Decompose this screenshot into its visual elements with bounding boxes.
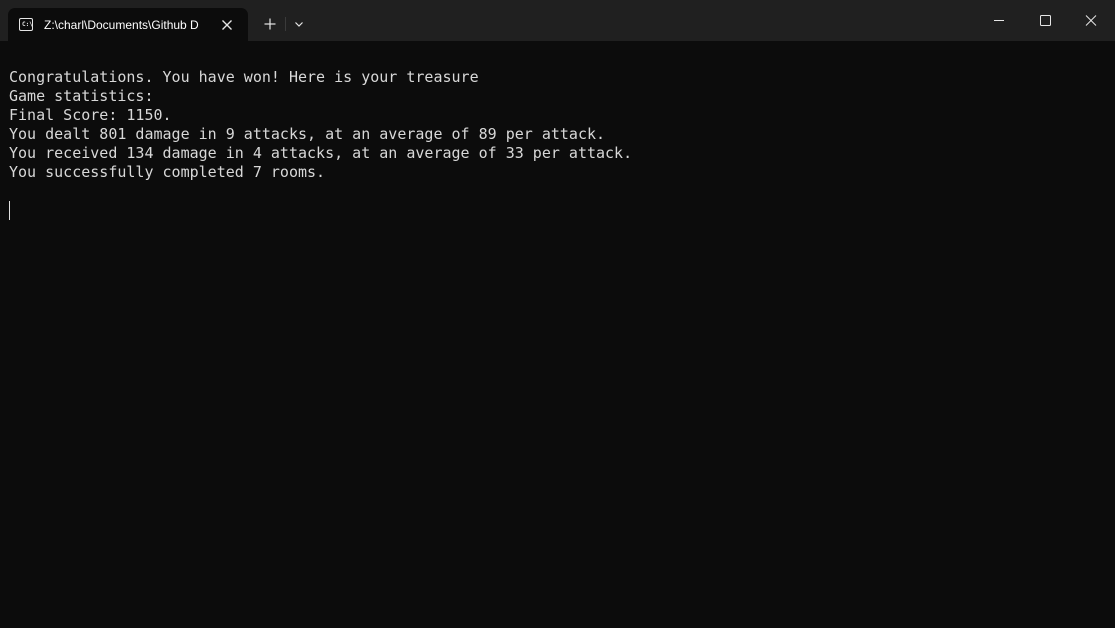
tab-active[interactable]: C:\ Z:\charl\Documents\Github D — [8, 8, 248, 41]
close-window-button[interactable] — [1068, 0, 1114, 41]
close-tab-button[interactable] — [218, 16, 236, 34]
output-line: You received 134 damage in 4 attacks, at… — [9, 144, 633, 162]
terminal-icon: C:\ — [19, 18, 33, 31]
terminal-output[interactable]: Congratulations. You have won! Here is y… — [0, 41, 1115, 628]
maximize-button[interactable] — [1022, 0, 1068, 41]
output-line: Final Score: 1150. — [9, 106, 172, 124]
tab-dropdown-button[interactable] — [289, 13, 309, 35]
tab-divider — [285, 17, 286, 31]
plus-icon — [264, 18, 276, 30]
minimize-icon — [994, 20, 1004, 21]
tab-title: Z:\charl\Documents\Github D — [44, 18, 199, 32]
new-tab-button[interactable] — [259, 13, 281, 35]
maximize-icon — [1040, 15, 1051, 26]
title-bar[interactable]: C:\ Z:\charl\Documents\Github D — [0, 0, 1115, 41]
close-icon — [222, 20, 232, 30]
output-line: You successfully completed 7 rooms. — [9, 163, 326, 181]
output-line: You dealt 801 damage in 9 attacks, at an… — [9, 125, 606, 143]
terminal-window: C:\ Z:\charl\Documents\Github D Congratu… — [0, 0, 1115, 628]
output-line: Game statistics: — [9, 87, 154, 105]
close-icon — [1085, 15, 1097, 26]
minimize-button[interactable] — [976, 0, 1022, 41]
chevron-down-icon — [295, 22, 303, 27]
output-line: Congratulations. You have won! Here is y… — [9, 68, 479, 86]
text-cursor — [9, 201, 10, 220]
